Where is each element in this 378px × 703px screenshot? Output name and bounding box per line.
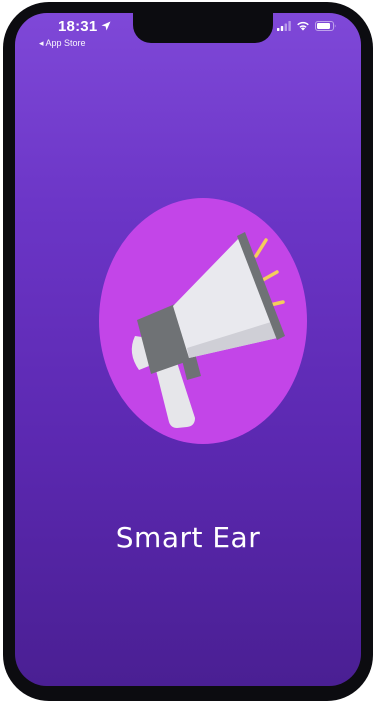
phone-frame: 18:31 ◂ App Store Smart Ear [3, 2, 373, 701]
wifi-icon [297, 21, 309, 31]
splash-screen: 18:31 ◂ App Store Smart Ear [15, 13, 361, 686]
back-to-app-store-link[interactable]: ◂ App Store [39, 38, 86, 49]
battery-icon [315, 21, 336, 31]
location-arrow-icon [101, 21, 111, 31]
device-notch [133, 13, 273, 43]
cellular-signal-icon [277, 21, 291, 31]
app-title: Smart Ear [115, 521, 261, 554]
status-time: 18:31 [58, 18, 98, 35]
megaphone-icon [131, 232, 285, 428]
